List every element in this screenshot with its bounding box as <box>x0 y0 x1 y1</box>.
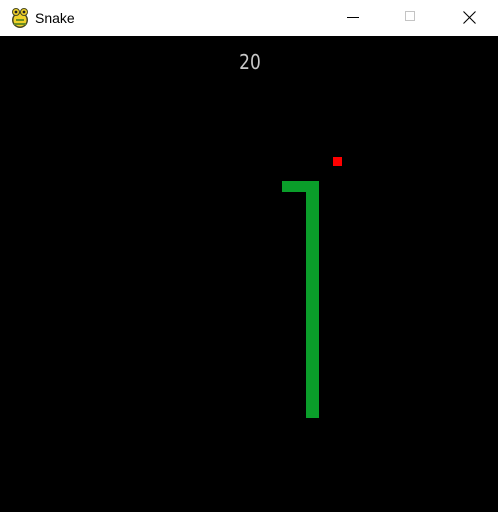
maximize-icon <box>405 11 415 21</box>
window-title: Snake <box>35 10 75 26</box>
close-button[interactable] <box>446 0 492 36</box>
food-pellet <box>333 157 342 166</box>
score-display: 20 <box>239 50 261 74</box>
pygame-snake-icon <box>10 7 30 29</box>
snake-window: Snake 20 <box>0 0 498 512</box>
minimize-button[interactable] <box>330 0 376 36</box>
snake-body-segment <box>306 181 319 418</box>
maximize-button[interactable] <box>387 0 433 36</box>
minimize-icon <box>347 17 359 18</box>
close-icon <box>463 11 476 24</box>
game-canvas[interactable]: 20 <box>0 36 498 512</box>
title-bar[interactable]: Snake <box>0 0 498 36</box>
